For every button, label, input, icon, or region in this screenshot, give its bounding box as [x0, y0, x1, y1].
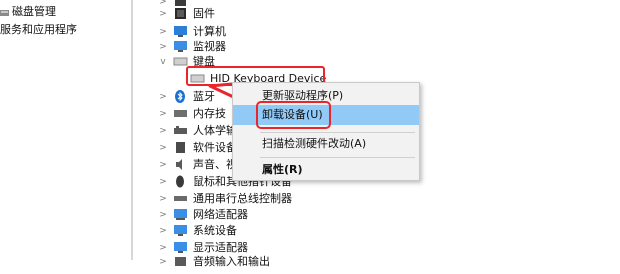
tree-item-label: 内存技	[193, 107, 226, 120]
chevron-right-icon[interactable]: >	[158, 222, 168, 240]
menu-separator	[260, 157, 415, 158]
tree-item-label: 蓝牙	[193, 90, 215, 103]
chevron-down-icon[interactable]: v	[158, 53, 168, 71]
hid-icon	[173, 124, 188, 137]
left-pane: 磁盘管理 服务和应用程序	[0, 0, 131, 260]
chevron-right-icon[interactable]: >	[158, 122, 168, 140]
firmware-icon	[173, 7, 188, 20]
memory-tech-icon	[173, 107, 188, 120]
usb-icon	[173, 192, 188, 205]
chevron-right-icon[interactable]: >	[158, 88, 168, 106]
tree-item-label: 音频输入和输出	[193, 255, 270, 268]
chevron-right-icon[interactable]: >	[158, 173, 168, 191]
bluetooth-icon	[173, 90, 188, 103]
menu-separator	[260, 132, 415, 133]
tree-item-label: 固件	[193, 7, 215, 20]
pane-divider[interactable]	[131, 0, 133, 260]
lp-item-label: 磁盘管理	[12, 5, 56, 18]
sound-icon	[173, 158, 188, 171]
chevron-right-icon[interactable]: >	[158, 156, 168, 174]
tree-item-label: 系统设备	[193, 224, 237, 237]
chevron-right-icon[interactable]: >	[158, 139, 168, 157]
monitor-icon	[173, 40, 188, 53]
computer-icon	[173, 25, 188, 38]
context-menu: 更新驱动程序(P) 卸载设备(U) 扫描检测硬件改动(A) 属性(R)	[232, 82, 420, 181]
menu-item-scan-hardware[interactable]: 扫描检测硬件改动(A)	[233, 134, 419, 154]
software-device-icon	[173, 141, 188, 154]
lp-item-label: 服务和应用程序	[0, 23, 77, 36]
uninstall-highlight	[256, 101, 331, 129]
audio-io-icon	[173, 255, 188, 268]
display-adapter-icon	[173, 241, 188, 254]
mouse-icon	[173, 175, 188, 188]
menu-item-label: 扫描检测硬件改动(A)	[262, 137, 367, 150]
chevron-right-icon[interactable]: >	[158, 5, 168, 23]
tree-item-label: 人体学输	[193, 124, 237, 137]
chevron-right-icon[interactable]: >	[158, 253, 168, 271]
disk-management-icon	[0, 7, 10, 17]
tree-item-label: 声音、视	[193, 158, 237, 171]
menu-item-properties[interactable]: 属性(R)	[233, 160, 419, 180]
network-adapter-icon	[173, 208, 188, 221]
tree-item-label: 软件设备	[193, 141, 237, 154]
chevron-right-icon[interactable]: >	[158, 105, 168, 123]
system-device-icon	[173, 224, 188, 237]
menu-item-label: 属性(R)	[262, 163, 303, 176]
